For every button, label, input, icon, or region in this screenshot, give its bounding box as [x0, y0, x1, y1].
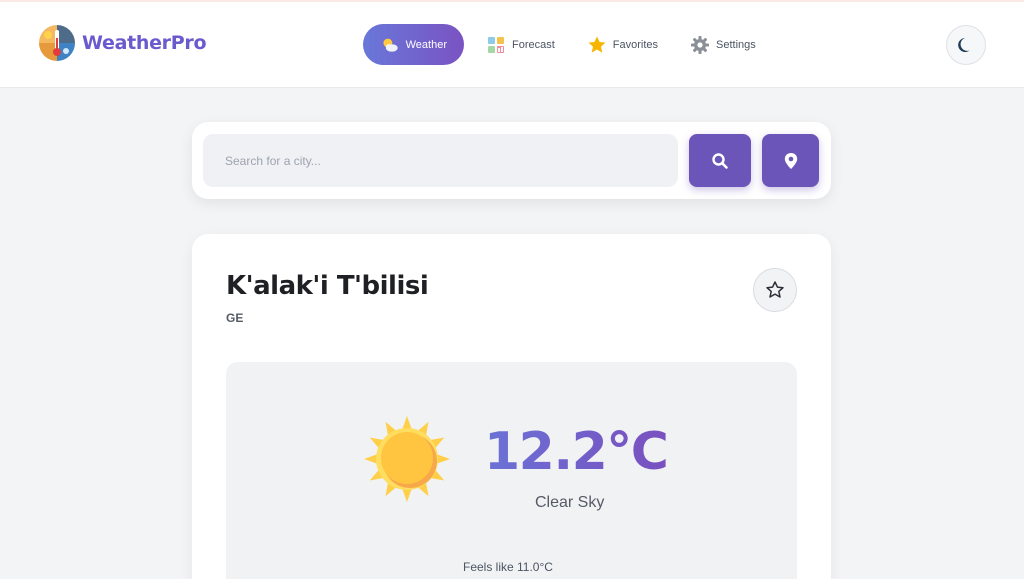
sun-icon	[364, 416, 450, 502]
gear-icon	[691, 35, 710, 54]
weather-condition: Clear Sky	[535, 494, 605, 511]
sun-cloud-icon	[383, 38, 398, 52]
star-outline-icon	[766, 281, 784, 298]
nav-item-label: Settings	[716, 38, 756, 51]
city-name: K'alak'i T'bilisi	[226, 271, 429, 301]
location-pin-icon	[784, 152, 797, 169]
theme-toggle-button[interactable]	[946, 25, 986, 65]
nav-item-forecast[interactable]: Forecast	[470, 24, 571, 65]
brand[interactable]: WeatherPro	[38, 24, 207, 62]
calendar-chart-icon	[488, 36, 504, 53]
feels-like: Feels like 11.0°C	[463, 560, 553, 574]
brand-name: WeatherPro	[82, 32, 207, 54]
nav-item-favorites[interactable]: Favorites	[571, 24, 674, 65]
temperature: 12.2°C	[484, 422, 669, 482]
search-card	[192, 122, 831, 199]
nav-item-label: Favorites	[612, 38, 659, 51]
nav-item-weather[interactable]: Weather	[363, 24, 464, 65]
nav-item-settings[interactable]: Settings	[674, 24, 772, 65]
moon-icon	[958, 38, 970, 52]
weather-logo-icon	[39, 25, 75, 61]
current-weather-card: K'alak'i T'bilisi GE 12.2°C Clear Sky Fe…	[192, 234, 831, 579]
country-code: GE	[226, 311, 244, 325]
search-icon	[712, 152, 728, 169]
main-nav: Weather Forecast Favorites Settings	[363, 24, 772, 65]
search-button[interactable]	[689, 134, 751, 187]
current-location-button[interactable]	[762, 134, 819, 187]
nav-item-label: Weather	[405, 38, 447, 51]
add-favorite-button[interactable]	[753, 268, 797, 312]
weather-main-panel: 12.2°C Clear Sky Feels like 11.0°C	[226, 362, 797, 579]
app-header: WeatherPro Weather Forecast Favorites Se…	[0, 2, 1024, 88]
star-icon	[588, 36, 606, 53]
nav-item-label: Forecast	[512, 38, 555, 51]
search-input[interactable]	[203, 134, 678, 187]
